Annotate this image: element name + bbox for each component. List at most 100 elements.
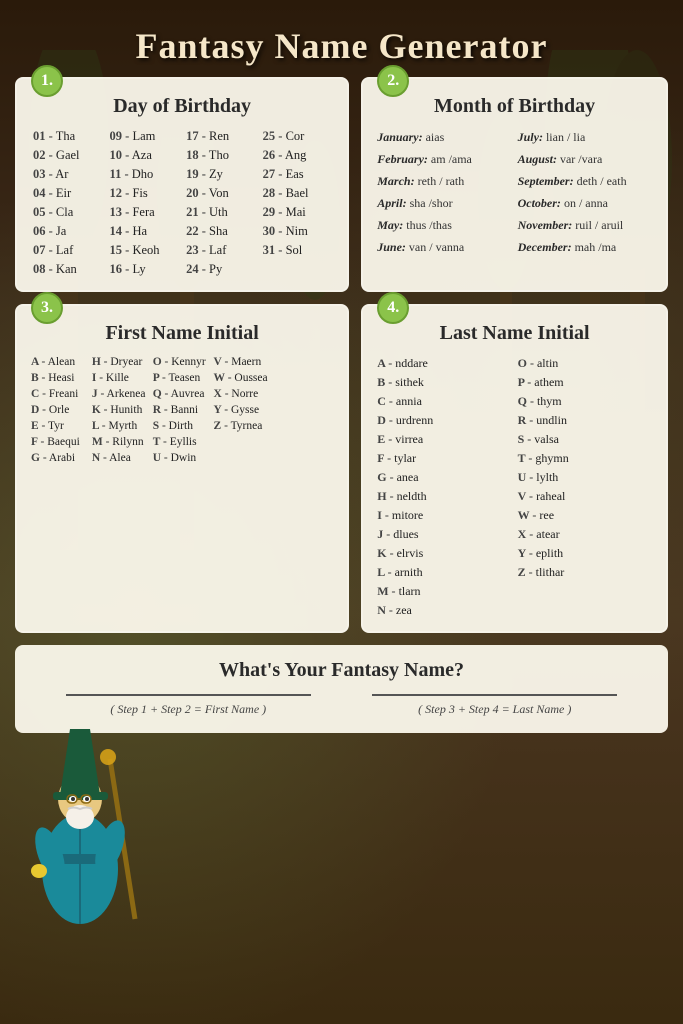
last-item: D - urdrenn [377,412,511,429]
last-item: A - nddare [377,355,511,372]
initial-item: Y - Gysse [214,403,273,417]
day-item: 18 - Tho [184,147,257,164]
step4-badge: 4. [377,292,409,324]
day-item: 13 - Fera [108,204,181,221]
initial-item [274,419,333,433]
initial-item: O - Kennyr [153,355,212,369]
initial-item: R - Banni [153,403,212,417]
last-item: X - atear [518,526,652,543]
last-name-line [372,694,617,696]
day-item: 14 - Ha [108,223,181,240]
page-title: Fantasy Name Generator [15,10,668,77]
last-item: Y - eplith [518,545,652,562]
last-name-grid: A - nddare O - altin B - sithek P - athem C … [377,355,652,619]
day-item: 08 - Kan [31,261,104,278]
month-item: December: mah /ma [518,238,652,257]
day-item: 23 - Laf [184,242,257,259]
day-item: 04 - Eir [31,185,104,202]
month-item: July: lian / lia [518,128,652,147]
step2-panel: 2. Month of Birthday January: aiasJuly: … [361,77,668,292]
last-item: T - ghymn [518,450,652,467]
day-item: 30 - Nim [261,223,334,240]
last-item: S - valsa [518,431,652,448]
step3-title: First Name Initial [31,322,333,345]
month-item: March: reth / rath [377,172,511,191]
day-item: 15 - Keoh [108,242,181,259]
last-item: F - tylar [377,450,511,467]
step3-badge: 3. [31,292,63,324]
last-item: R - undlin [518,412,652,429]
initial-item: Q - Auvrea [153,387,212,401]
day-item: 06 - Ja [31,223,104,240]
initial-item: I - Kille [92,371,151,385]
initial-item [274,435,333,449]
last-item: K - elrvis [377,545,511,562]
day-item: 29 - Mai [261,204,334,221]
initial-item: X - Norre [214,387,273,401]
initial-item: M - Rilynn [92,435,151,449]
day-item: 24 - Py [184,261,257,278]
last-item: O - altin [518,355,652,372]
day-grid: 01 - Tha09 - Lam17 - Ren25 - Cor02 - Gae… [31,128,333,278]
day-item: 22 - Sha [184,223,257,240]
day-item: 12 - Fis [108,185,181,202]
initial-item: K - Hunith [92,403,151,417]
month-grid: January: aias July: lian / lia February: a… [377,128,652,257]
day-item: 02 - Gael [31,147,104,164]
initial-item: L - Myrth [92,419,151,433]
last-item: N - zea [377,602,511,619]
last-item: W - ree [518,507,652,524]
last-item: V - raheal [518,488,652,505]
last-item: U - lylth [518,469,652,486]
day-item: 28 - Bael [261,185,334,202]
month-item: May: thus /thas [377,216,511,235]
day-item: 17 - Ren [184,128,257,145]
day-item: 21 - Uth [184,204,257,221]
day-item: 27 - Eas [261,166,334,183]
step1-badge: 1. [31,65,63,97]
day-item: 10 - Aza [108,147,181,164]
initial-item: S - Dirth [153,419,212,433]
month-item: June: van / vanna [377,238,511,257]
initial-grid: A - AleanH - DryearO - KennyrV - MaernB … [31,355,333,465]
step3-panel: 3. First Name Initial A - AleanH - Dryea… [15,304,349,633]
day-item: 31 - Sol [261,242,334,259]
day-item [261,261,334,278]
step1-panel: 1. Day of Birthday 01 - Tha09 - Lam17 - … [15,77,349,292]
initial-item: E - Tyr [31,419,90,433]
initial-item: D - Orle [31,403,90,417]
day-item: 01 - Tha [31,128,104,145]
initial-item: Z - Tyrnea [214,419,273,433]
month-item: February: am /ama [377,150,511,169]
day-item: 07 - Laf [31,242,104,259]
day-item: 05 - Cla [31,204,104,221]
day-item: 16 - Ly [108,261,181,278]
day-item: 11 - Dho [108,166,181,183]
month-item: September: deth / eath [518,172,652,191]
formula-title: What's Your Fantasy Name? [35,659,648,682]
last-item: C - annia [377,393,511,410]
initial-item: T - Eyllis [153,435,212,449]
last-item [518,583,652,600]
initial-item [274,387,333,401]
initial-item: W - Oussea [214,371,273,385]
day-item: 20 - Von [184,185,257,202]
month-item: January: aias [377,128,511,147]
day-item: 03 - Ar [31,166,104,183]
step2-title: Month of Birthday [377,95,652,118]
initial-item: F - Baequi [31,435,90,449]
month-item: October: on / anna [518,194,652,213]
last-item: Q - thym [518,393,652,410]
initial-item: C - Freani [31,387,90,401]
initial-item: G - Arabi [31,451,90,465]
first-name-line [66,694,311,696]
day-item: 19 - Zy [184,166,257,183]
last-item: B - sithek [377,374,511,391]
initial-item: P - Teasen [153,371,212,385]
last-item: H - neldth [377,488,511,505]
step1-title: Day of Birthday [31,95,333,118]
last-item: Z - tlithar [518,564,652,581]
last-item [518,602,652,619]
last-item: P - athem [518,374,652,391]
initial-item: B - Heasi [31,371,90,385]
